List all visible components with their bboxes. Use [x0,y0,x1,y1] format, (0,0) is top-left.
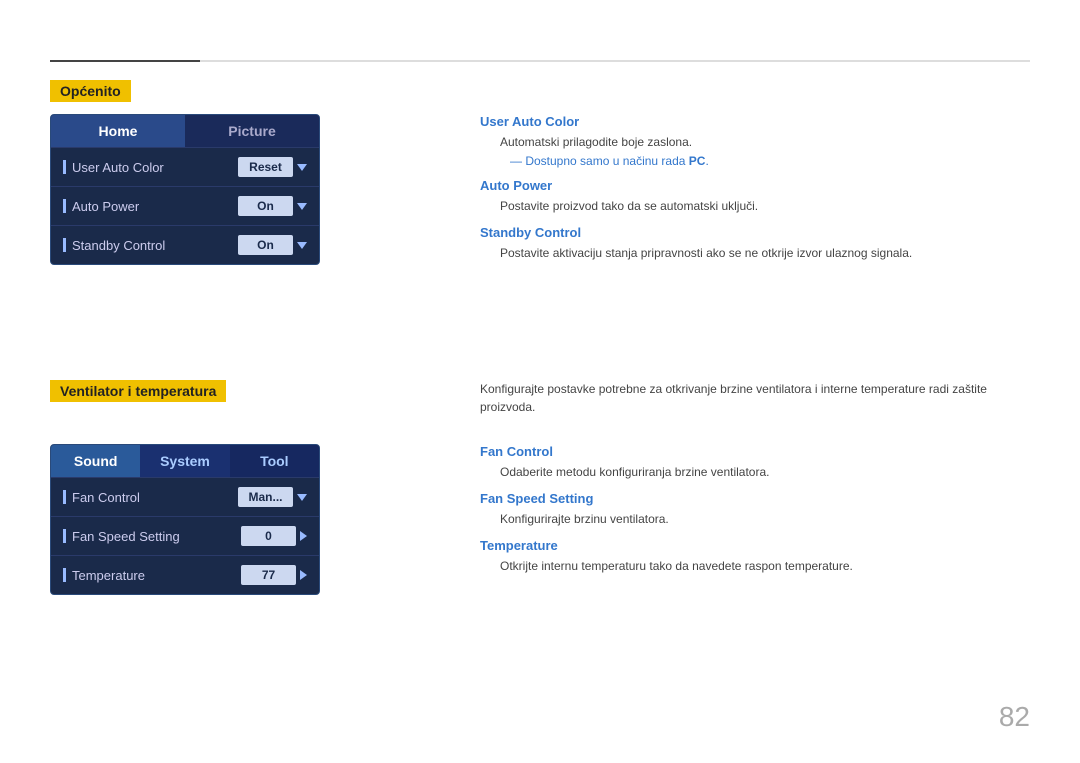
menu-control-on1[interactable]: On [238,196,307,216]
desc-title-fan-control: Fan Control [480,444,853,459]
menu-item-fan-speed-setting: Fan Speed Setting 0 [51,516,319,555]
on1-arrow-icon [297,203,307,210]
temperature-arrow-icon [300,570,307,580]
desc-bullet-auto-power-0: Postavite proizvod tako da se automatski… [500,197,912,215]
menu-tabs-row: Home Picture [51,115,319,147]
section2-intro: Konfigurajte postavke potrebne za otkriv… [480,380,1030,416]
on2-arrow-icon [297,242,307,249]
top-decorative-line [50,60,1030,62]
fan-control-dropdown[interactable]: Man... [238,487,293,507]
tab-sound[interactable]: Sound [51,445,140,477]
fan-speed-value[interactable]: 0 [241,526,296,546]
menu-bar-icon [63,529,66,543]
menu-control-on2[interactable]: On [238,235,307,255]
desc-bullet-user-auto-color-0: Automatski prilagodite boje zaslona. [500,133,912,151]
menu-bar-icon [63,238,66,252]
section2-title: Ventilator i temperatura [50,380,226,402]
desc-bullet-fan-speed-0: Konfigurirajte brzinu ventilatora. [500,510,853,528]
tab-picture[interactable]: Picture [185,115,319,147]
menu-bar-icon [63,199,66,213]
menu-control-fan-speed[interactable]: 0 [241,526,307,546]
menu-bar-icon [63,490,66,504]
menu-control-temperature[interactable]: 77 [241,565,307,585]
desc-title-fan-speed: Fan Speed Setting [480,491,853,506]
item-label-fan-speed-setting: Fan Speed Setting [72,529,180,544]
item-label-fan-control: Fan Control [72,490,140,505]
desc-bullet-fan-control-0: Odaberite metodu konfiguriranja brzine v… [500,463,853,481]
section2-menu-tabs-row: Sound System Tool [51,445,319,477]
desc-title-auto-power: Auto Power [480,178,912,193]
desc-title-user-auto-color: User Auto Color [480,114,912,129]
desc-title-temperature: Temperature [480,538,853,553]
menu-bar-icon [63,568,66,582]
page-number: 82 [999,701,1030,733]
menu-item-temperature: Temperature 77 [51,555,319,594]
section1-menu-widget: Home Picture User Auto Color Reset Auto … [50,114,320,265]
section2-menu-widget: Sound System Tool Fan Control Man... [50,444,320,595]
desc-bullet-temperature-0: Otkrijte internu temperaturu tako da nav… [500,557,853,575]
reset-dropdown[interactable]: Reset [238,157,293,177]
section-ventilator: Ventilator i temperatura Konfigurajte po… [50,380,1030,595]
item-label-temperature: Temperature [72,568,145,583]
menu-item-standby-control: Standby Control On [51,225,319,264]
section1-descriptions: User Auto Color Automatski prilagodite b… [480,114,912,265]
desc-note-user-auto-color: ― Dostupno samo u načinu rada PC. [510,154,912,168]
desc-title-standby-control: Standby Control [480,225,912,240]
on1-dropdown[interactable]: On [238,196,293,216]
section2-menu-area: Sound System Tool Fan Control Man... [50,444,1030,595]
menu-control-reset[interactable]: Reset [238,157,307,177]
tab-home[interactable]: Home [51,115,185,147]
menu-item-auto-power: Auto Power On [51,186,319,225]
item-label-user-auto-color: User Auto Color [72,160,164,175]
tab-tool[interactable]: Tool [230,445,319,477]
desc-bullet-standby-control-0: Postavite aktivaciju stanja pripravnosti… [500,244,912,262]
on2-dropdown[interactable]: On [238,235,293,255]
fan-control-arrow-icon [297,494,307,501]
item-label-auto-power: Auto Power [72,199,139,214]
tab-system[interactable]: System [140,445,229,477]
item-label-standby-control: Standby Control [72,238,165,253]
section2-descriptions: Fan Control Odaberite metodu konfigurira… [480,444,853,595]
fan-speed-arrow-icon [300,531,307,541]
section1-title: Općenito [50,80,131,102]
menu-item-fan-control: Fan Control Man... [51,477,319,516]
reset-arrow-icon [297,164,307,171]
temperature-value[interactable]: 77 [241,565,296,585]
menu-bar-icon [63,160,66,174]
section-opcenito: Općenito Home Picture User Auto Color Re… [50,80,1030,265]
menu-item-user-auto-color: User Auto Color Reset [51,147,319,186]
menu-control-fan-control[interactable]: Man... [238,487,307,507]
